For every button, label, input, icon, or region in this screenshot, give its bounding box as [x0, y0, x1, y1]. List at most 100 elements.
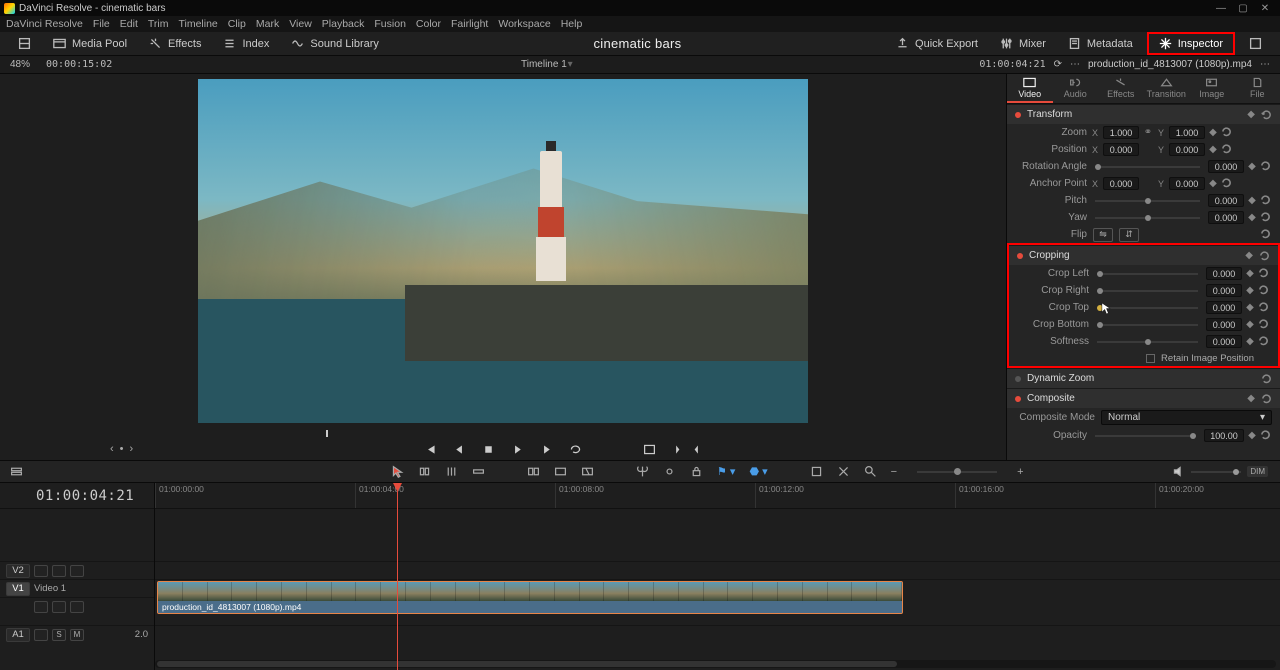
enable-dot-icon[interactable] [1015, 112, 1021, 118]
menu-edit[interactable]: Edit [120, 18, 138, 30]
keyframe-icon[interactable]: ◆ [1245, 250, 1253, 261]
position-x-input[interactable]: 0.000 [1103, 143, 1139, 156]
reset-icon[interactable] [1260, 211, 1271, 222]
keyframe-icon[interactable]: ◆ [1248, 195, 1256, 206]
rotation-slider[interactable] [1095, 166, 1200, 168]
reset-icon[interactable] [1221, 143, 1232, 154]
keyframe-icon[interactable]: ◆ [1248, 430, 1256, 441]
menu-view[interactable]: View [289, 18, 312, 30]
video-clip[interactable]: production_id_4813007 (1080p).mp4 [157, 581, 903, 614]
menu-help[interactable]: Help [561, 18, 583, 30]
insert-tool[interactable] [527, 465, 540, 478]
playhead[interactable] [397, 483, 398, 670]
enable-dot-icon[interactable] [1015, 376, 1021, 382]
tab-image[interactable]: Image [1189, 74, 1235, 103]
keyframe-icon[interactable]: ◆ [1246, 336, 1254, 347]
track-v1-icons[interactable] [0, 597, 154, 615]
quick-export-button[interactable]: Quick Export [888, 34, 986, 53]
keyframe-icon[interactable]: ◆ [1248, 161, 1256, 172]
menu-davinci[interactable]: DaVinci Resolve [6, 18, 83, 30]
track-v2-lane[interactable] [155, 561, 1280, 579]
reset-icon[interactable] [1258, 284, 1269, 295]
position-y-input[interactable]: 0.000 [1169, 143, 1205, 156]
reset-icon[interactable] [1261, 373, 1272, 384]
volume-slider[interactable] [1191, 471, 1241, 473]
zoom-in-icon[interactable]: + [1017, 466, 1023, 478]
trim-tool[interactable] [418, 465, 431, 478]
keyframe-icon[interactable]: ◆ [1209, 144, 1217, 155]
section-transform[interactable]: Transform ◆ [1007, 104, 1280, 124]
viewer-scrubber[interactable] [0, 428, 1006, 438]
tab-transition[interactable]: Transition [1144, 74, 1190, 103]
timeline-view-icon[interactable] [10, 465, 23, 478]
link-tool[interactable] [663, 465, 676, 478]
track-v1-header[interactable]: V1 Video 1 [0, 579, 154, 597]
section-dynamic-zoom[interactable]: Dynamic Zoom [1007, 368, 1280, 388]
menu-trim[interactable]: Trim [148, 18, 169, 30]
tab-audio[interactable]: Audio [1053, 74, 1099, 103]
bypass-icon[interactable]: ⟳ [1054, 59, 1062, 70]
reset-icon[interactable] [1258, 267, 1269, 278]
crop-top-slider[interactable] [1097, 307, 1198, 309]
expand-button[interactable] [1241, 34, 1270, 53]
track-v1-lane[interactable]: production_id_4813007 (1080p).mp4 [155, 579, 1280, 615]
reset-icon[interactable] [1221, 177, 1232, 188]
reset-icon[interactable] [1260, 429, 1271, 440]
auto-select-icon[interactable] [52, 601, 66, 613]
flag-tool[interactable]: ⚑ ▾ [717, 465, 735, 478]
close-button[interactable]: ✕ [1254, 3, 1276, 14]
retain-checkbox[interactable] [1146, 354, 1155, 363]
anchor-x-input[interactable]: 0.000 [1103, 177, 1139, 190]
marker-dot-icon[interactable]: • [120, 443, 124, 455]
viewer-video[interactable] [198, 79, 808, 423]
flip-v-button[interactable]: ⇵ [1119, 228, 1139, 242]
loop-button[interactable] [569, 443, 582, 456]
reset-icon[interactable] [1258, 301, 1269, 312]
keyframe-icon[interactable]: ◆ [1246, 285, 1254, 296]
lock-icon[interactable] [34, 565, 48, 577]
maximize-button[interactable]: ▢ [1232, 3, 1254, 14]
section-composite[interactable]: Composite ◆ [1007, 388, 1280, 408]
razor-tool[interactable] [636, 465, 649, 478]
menu-clip[interactable]: Clip [228, 18, 246, 30]
sound-library-button[interactable]: Sound Library [283, 34, 387, 53]
zoom-x-input[interactable]: 1.000 [1103, 126, 1139, 139]
crop-bottom-slider[interactable] [1097, 324, 1198, 326]
softness-slider[interactable] [1097, 341, 1198, 343]
tab-video[interactable]: Video [1007, 74, 1053, 103]
in-out-icon[interactable] [668, 443, 681, 456]
first-frame-button[interactable] [424, 443, 437, 456]
reset-icon[interactable] [1221, 126, 1232, 137]
keyframe-icon[interactable]: ◆ [1209, 127, 1217, 138]
stop-button[interactable] [482, 443, 495, 456]
panel-options-icon[interactable]: ⋯ [1260, 59, 1270, 70]
prev-marker-icon[interactable]: ‹ [110, 443, 114, 455]
media-pool-button[interactable]: Media Pool [45, 34, 135, 53]
snap-tool[interactable] [810, 465, 823, 478]
dynamic-trim-tool[interactable] [445, 465, 458, 478]
effects-button[interactable]: Effects [141, 34, 209, 53]
speaker-icon[interactable] [1172, 465, 1185, 478]
inspector-button[interactable]: Inspector [1147, 32, 1235, 55]
enable-dot-icon[interactable] [1015, 396, 1021, 402]
pitch-input[interactable]: 0.000 [1208, 194, 1244, 207]
lock-icon[interactable] [34, 629, 48, 641]
menu-workspace[interactable]: Workspace [498, 18, 550, 30]
track-a1-lane[interactable] [155, 625, 1280, 643]
menu-fairlight[interactable]: Fairlight [451, 18, 488, 30]
dim-button[interactable]: DIM [1247, 466, 1268, 477]
metadata-button[interactable]: Metadata [1060, 34, 1141, 53]
play-button[interactable] [511, 443, 524, 456]
crop-left-slider[interactable] [1097, 273, 1198, 275]
crop-left-input[interactable]: 0.000 [1206, 267, 1242, 280]
viewer-zoom[interactable]: 48% [10, 59, 30, 70]
mark-in-icon[interactable] [693, 443, 706, 456]
index-button[interactable]: Index [215, 34, 277, 53]
options-icon[interactable]: ⋯ [1070, 59, 1080, 70]
match-frame-icon[interactable] [643, 443, 656, 456]
link-selection-tool[interactable] [837, 465, 850, 478]
menu-color[interactable]: Color [416, 18, 441, 30]
keyframe-icon[interactable]: ◆ [1209, 178, 1217, 189]
layout-toggle[interactable] [10, 34, 39, 53]
keyframe-icon[interactable]: ◆ [1246, 268, 1254, 279]
